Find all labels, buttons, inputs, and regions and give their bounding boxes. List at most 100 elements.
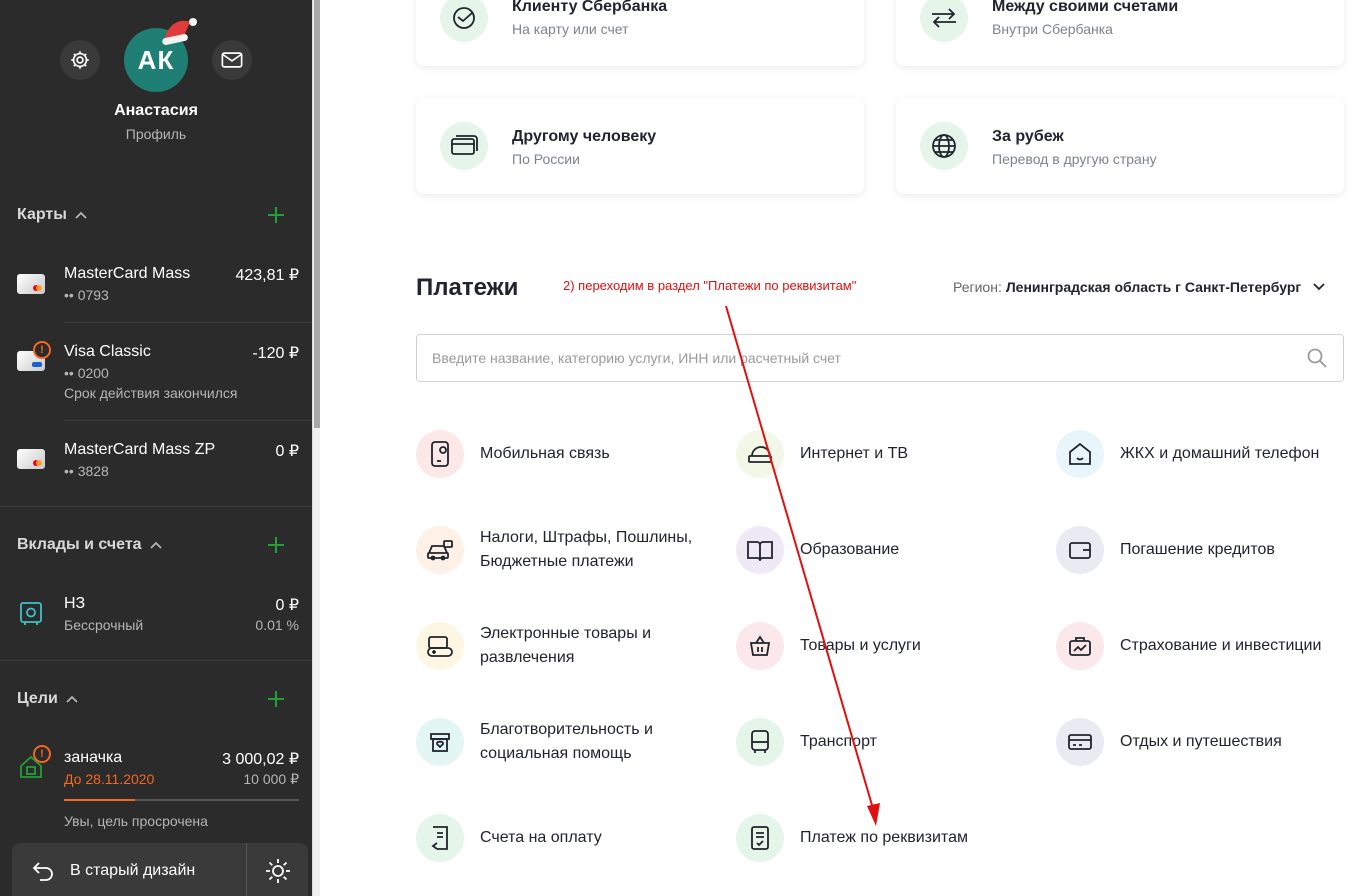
deposit-item[interactable]: НЗ Бессрочный 0 ₽ 0.01 %: [0, 578, 312, 658]
transfer-title: Между своими счетами: [992, 0, 1179, 15]
scrollbar-thumb[interactable]: [314, 0, 320, 428]
sun-icon: [265, 859, 290, 883]
transfer-tile-abroad[interactable]: За рубеж Перевод в другую страну: [896, 98, 1344, 194]
transfer-subtitle: По России: [512, 151, 580, 167]
card-name: Visa Classic: [64, 343, 151, 360]
payment-category[interactable]: Платеж по реквизитам: [736, 814, 968, 862]
goal-progress-fill: [64, 799, 135, 801]
payment-category[interactable]: Интернет и ТВ: [736, 430, 908, 478]
payment-category[interactable]: Счета на оплату: [416, 814, 602, 862]
sber-icon: [440, 0, 488, 42]
transfer-title: Клиенту Сбербанка: [512, 0, 668, 15]
gamepad-icon: [416, 622, 464, 670]
goal-target: 10 000 ₽: [243, 771, 299, 787]
cards-icon: [440, 122, 488, 170]
deposits-section-toggle[interactable]: Вклады и счета: [17, 536, 162, 554]
payment-category[interactable]: Налоги, Штрафы, Пошлины, Бюджетные плате…: [416, 526, 710, 574]
category-label: Счета на оплату: [480, 829, 602, 846]
category-label: Интернет и ТВ: [800, 445, 909, 462]
card-item[interactable]: MasterCard Mass ZP •• 3828 0 ₽: [0, 421, 312, 505]
region-value: Ленинградская область г Санкт-Петербург: [1005, 279, 1302, 295]
payments-title: Платежи: [416, 274, 519, 301]
transfer-title: Другому человеку: [512, 128, 657, 145]
chevron-up-icon: [66, 695, 78, 703]
gear-icon: [71, 51, 89, 69]
payment-category[interactable]: ЖКХ и домашний телефон: [1056, 430, 1319, 478]
transfer-tile-own-accounts[interactable]: Между своими счетами Внутри Сбербанка: [896, 0, 1344, 66]
deposit-balance: 0 ₽: [275, 597, 299, 614]
category-label: Транспорт: [800, 733, 877, 750]
payment-category[interactable]: Образование: [736, 526, 899, 574]
transfer-tile-other-person[interactable]: Другому человеку По России: [416, 98, 864, 194]
transfer-subtitle: На карту или счет: [512, 21, 629, 37]
house-icon: [1056, 430, 1104, 478]
payment-category[interactable]: Отдых и путешествия: [1056, 718, 1282, 766]
messages-button[interactable]: [212, 40, 252, 80]
plus-icon: [268, 537, 284, 553]
theme-toggle-button[interactable]: [247, 843, 308, 896]
profile-name[interactable]: Анастасия: [0, 102, 312, 120]
add-card-button[interactable]: [264, 203, 288, 227]
transfer-tile-sber-client[interactable]: Клиенту Сбербанка На карту или счет: [416, 0, 864, 66]
category-label: Товары и услуги: [800, 637, 921, 654]
payment-category[interactable]: Страхование и инвестиции: [1056, 622, 1321, 670]
category-label: Электронные товары и развлечения: [480, 625, 652, 666]
goals-section-toggle[interactable]: Цели: [17, 690, 78, 708]
card-number: •• 0793: [64, 287, 109, 303]
swap-arrows-icon: [920, 0, 968, 42]
bottom-bar: В старый дизайн: [12, 843, 308, 896]
card-name: MasterCard Mass: [64, 265, 191, 282]
cards-section-toggle[interactable]: Карты: [17, 206, 87, 224]
card-balance: -120 ₽: [252, 345, 299, 362]
category-label: Страхование и инвестиции: [1120, 637, 1322, 654]
old-design-button[interactable]: В старый дизайн: [12, 843, 246, 896]
book-icon: [736, 526, 784, 574]
cards-section-title: Карты: [17, 206, 67, 223]
warning-icon: !: [33, 745, 51, 763]
briefcase-chart-icon: [1056, 622, 1104, 670]
chevron-up-icon: [75, 211, 87, 219]
card-number: •• 3828: [64, 463, 109, 479]
search-icon[interactable]: [1307, 348, 1327, 368]
goal-item[interactable]: ! заначка До 28.11.2020 3 000,02 ₽ 10 00…: [0, 732, 312, 836]
add-goal-button[interactable]: [264, 687, 288, 711]
sidebar-scrollbar[interactable]: [312, 0, 320, 896]
annotation-note: 2) переходим в раздел "Платежи по реквиз…: [563, 278, 857, 293]
card-item[interactable]: MasterCard Mass •• 0793 423,81 ₽: [0, 250, 312, 322]
divider: [0, 660, 312, 661]
old-design-label: В старый дизайн: [70, 862, 196, 879]
chevron-down-icon: [1313, 283, 1325, 291]
payment-category[interactable]: Транспорт: [736, 718, 877, 766]
card-item[interactable]: ! Visa Classic •• 0200 Срок действия зак…: [0, 323, 312, 420]
goal-progress-track: [64, 799, 299, 801]
region-label: Регион:: [953, 279, 1002, 295]
settings-button[interactable]: [60, 40, 100, 80]
transfer-title: За рубеж: [992, 128, 1064, 145]
goal-balance: 3 000,02 ₽: [222, 751, 299, 768]
mastercard-card-icon: [17, 449, 45, 469]
payment-category[interactable]: Электронные товары и развлечения: [416, 622, 700, 670]
category-label: Платеж по реквизитам: [800, 829, 968, 846]
category-label: ЖКХ и домашний телефон: [1120, 445, 1320, 462]
payments-search: [416, 334, 1344, 382]
wallet-icon: [1056, 526, 1104, 574]
region-selector[interactable]: Регион: Ленинградская область г Санкт-Пе…: [953, 279, 1325, 295]
car-icon: [416, 526, 464, 574]
payment-category[interactable]: Мобильная связь: [416, 430, 610, 478]
search-input[interactable]: [432, 335, 1292, 381]
plus-icon: [268, 207, 284, 223]
profile-link[interactable]: Профиль: [0, 126, 312, 142]
card-balance: 423,81 ₽: [235, 267, 299, 284]
payment-category[interactable]: Благотворительность и социальная помощь: [416, 718, 700, 766]
globe-icon: [920, 122, 968, 170]
chevron-up-icon: [149, 541, 162, 549]
add-deposit-button[interactable]: [264, 533, 288, 557]
category-label: Погашение кредитов: [1120, 541, 1275, 558]
card-number: •• 0200: [64, 365, 109, 381]
category-label: Налоги, Штрафы, Пошлины, Бюджетные плате…: [480, 529, 693, 570]
payment-category[interactable]: Погашение кредитов: [1056, 526, 1275, 574]
payment-category[interactable]: Товары и услуги: [736, 622, 921, 670]
goal-status-note: Увы, цель просрочена: [64, 813, 208, 829]
phone-icon: [416, 430, 464, 478]
category-label: Благотворительность и социальная помощь: [480, 721, 653, 762]
